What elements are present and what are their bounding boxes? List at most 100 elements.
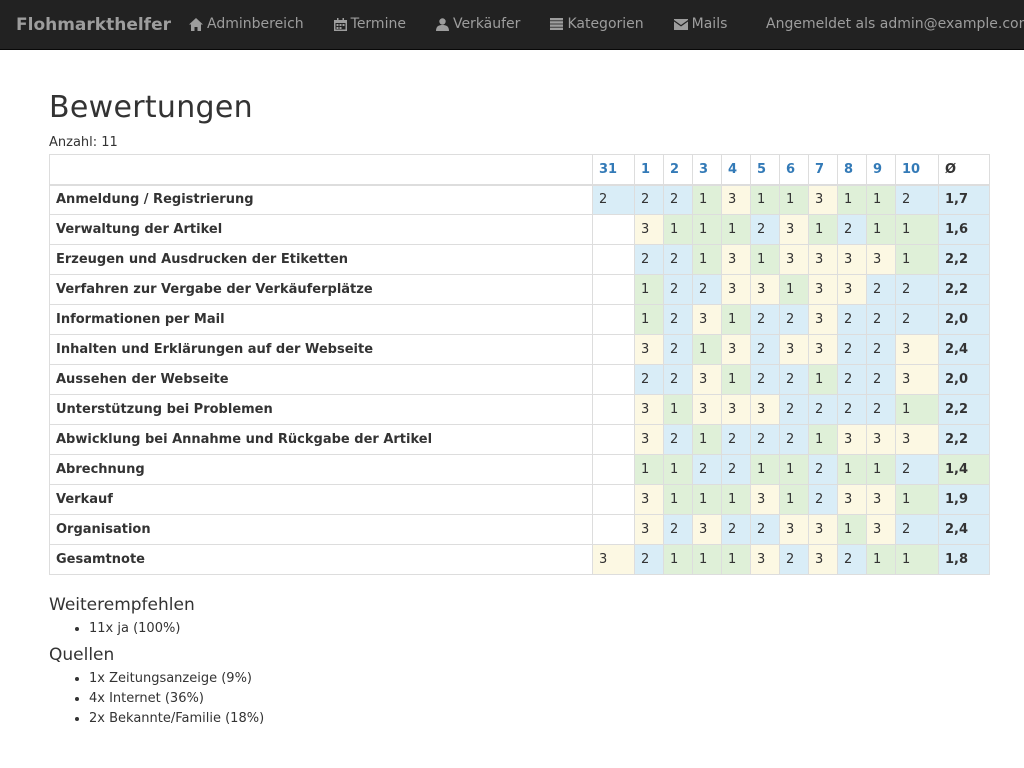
rating-cell: 3	[866, 424, 896, 455]
rating-cell: 2	[895, 304, 939, 335]
column-header[interactable]: 6	[779, 154, 809, 185]
rating-cell: 1	[808, 424, 838, 455]
nav-termine[interactable]: Termine	[333, 0, 406, 48]
rating-cell	[592, 514, 635, 545]
rating-cell: 1	[837, 454, 867, 485]
row-label: Aussehen der Webseite	[49, 364, 593, 395]
rating-cell: 2	[692, 274, 722, 305]
column-header[interactable]: 8	[837, 154, 867, 185]
average-cell: 1,6	[938, 214, 990, 245]
rating-cell: 1	[663, 544, 693, 575]
table-row: Gesamtnote 3 2 1 1 1 3 2 3 2 1 1 1,8	[49, 544, 990, 575]
list-item: 1x Zeitungsanzeige (9%)	[89, 669, 989, 689]
rating-cell: 2	[750, 514, 780, 545]
column-header[interactable]: 5	[750, 154, 780, 185]
rating-cell: 2	[663, 184, 693, 215]
nav-adminbereich[interactable]: Adminbereich	[189, 0, 304, 48]
rating-cell: 3	[866, 244, 896, 275]
rating-cell: 2	[779, 394, 809, 425]
nav-kategorien[interactable]: Kategorien	[550, 0, 644, 48]
rating-cell: 2	[592, 184, 635, 215]
rating-cell: 2	[663, 304, 693, 335]
rating-cell: 1	[663, 454, 693, 485]
rating-cell: 3	[692, 364, 722, 395]
rating-count: Anzahl: 11	[49, 135, 118, 150]
row-label: Anmeldung / Registrierung	[49, 184, 593, 215]
table-row: Organisation 3 2 3 2 2 3 3 1 3 2 2,4	[49, 514, 990, 545]
table-row: Aussehen der Webseite 2 2 3 1 2 2 1 2 2 3 2,0	[49, 364, 990, 395]
rating-cell: 3	[692, 304, 722, 335]
row-label: Verkauf	[49, 484, 593, 515]
nav-mails[interactable]: Mails	[673, 0, 727, 48]
home-icon	[189, 17, 203, 31]
rating-cell: 3	[750, 484, 780, 515]
rating-cell: 2	[750, 304, 780, 335]
rating-cell: 1	[634, 274, 664, 305]
rating-cell: 3	[634, 424, 664, 455]
average-cell: 2,2	[938, 244, 990, 275]
rating-cell	[592, 364, 635, 395]
row-label: Abrechnung	[49, 454, 593, 485]
column-header[interactable]: 2	[663, 154, 693, 185]
ratings-table: 31 1 2 3 4 5 6 7 8 9 10 Ø Anmeldung / Registrierung…	[49, 154, 990, 575]
rating-cell	[592, 214, 635, 245]
table-row: Unterstützung bei Problemen 3 1 3 3 3 2 2 2 2 1 2,2	[49, 394, 990, 425]
rating-cell: 3	[721, 334, 751, 365]
rating-cell	[592, 274, 635, 305]
rating-cell: 2	[663, 424, 693, 455]
column-header[interactable]: 9	[866, 154, 896, 185]
rating-cell: 1	[692, 184, 722, 215]
rating-cell: 3	[692, 394, 722, 425]
rating-cell: 2	[837, 394, 867, 425]
row-label: Informationen per Mail	[49, 304, 593, 335]
rating-cell: 2	[663, 244, 693, 275]
table-row: Abrechnung 1 1 2 2 1 1 2 1 1 2 1,4	[49, 454, 990, 485]
table-row: Informationen per Mail 1 2 3 1 2 2 3 2 2 2 2,0	[49, 304, 990, 335]
rating-cell: 2	[837, 304, 867, 335]
column-header[interactable]: 31	[592, 154, 635, 185]
row-label: Unterstützung bei Problemen	[49, 394, 593, 425]
column-header[interactable]: 3	[692, 154, 722, 185]
rating-cell: 2	[750, 214, 780, 245]
rating-cell: 2	[721, 424, 751, 455]
nav-label: Termine	[350, 16, 406, 32]
rating-cell: 3	[779, 244, 809, 275]
rating-cell: 1	[721, 304, 751, 335]
rating-cell: 1	[692, 214, 722, 245]
rating-cell: 2	[634, 544, 664, 575]
list-icon	[550, 18, 564, 30]
rating-cell: 1	[837, 514, 867, 545]
rating-cell	[592, 424, 635, 455]
table-corner-cell	[49, 154, 593, 185]
rating-cell: 1	[692, 484, 722, 515]
rating-cell: 1	[692, 424, 722, 455]
rating-cell: 1	[779, 484, 809, 515]
column-header[interactable]: 1	[634, 154, 664, 185]
rating-cell: 3	[779, 214, 809, 245]
envelope-icon	[673, 18, 688, 30]
column-header[interactable]: 4	[721, 154, 751, 185]
rating-cell: 2	[837, 364, 867, 395]
rating-cell: 1	[895, 214, 939, 245]
rating-cell: 1	[808, 364, 838, 395]
rating-cell: 2	[692, 454, 722, 485]
rating-cell: 1	[895, 484, 939, 515]
brand-link[interactable]: Flohmarkthelfer	[16, 0, 171, 49]
row-label: Organisation	[49, 514, 593, 545]
page-title: Bewertungen	[49, 90, 253, 125]
rating-cell: 1	[808, 214, 838, 245]
rating-cell: 2	[663, 334, 693, 365]
rating-cell: 1	[779, 454, 809, 485]
table-row: Anmeldung / Registrierung 2 2 2 1 3 1 1 3 1 1 2 1,7	[49, 184, 990, 215]
rating-cell: 3	[866, 484, 896, 515]
column-header[interactable]: 10	[895, 154, 939, 185]
rating-cell: 1	[866, 454, 896, 485]
rating-cell: 2	[663, 364, 693, 395]
nav-verkaeufer[interactable]: Verkäufer	[435, 0, 520, 48]
rating-cell: 2	[808, 484, 838, 515]
rating-cell	[592, 334, 635, 365]
rating-cell: 2	[779, 304, 809, 335]
column-header[interactable]: 7	[808, 154, 838, 185]
rating-cell: 2	[895, 454, 939, 485]
table-header-row: 31 1 2 3 4 5 6 7 8 9 10 Ø	[49, 154, 990, 185]
